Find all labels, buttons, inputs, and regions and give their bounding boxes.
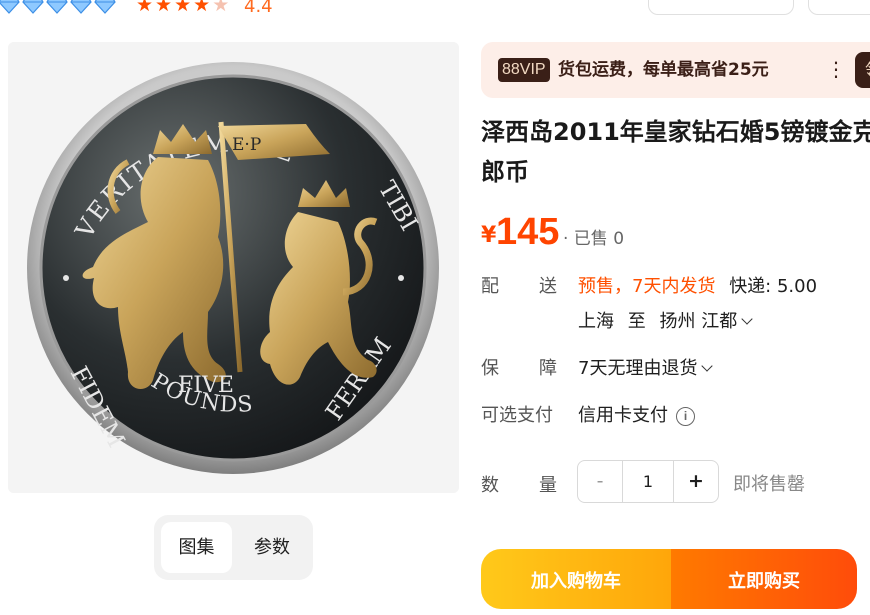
star-icon: ★ — [193, 0, 211, 16]
price-value: 145 — [496, 211, 560, 253]
payment-value[interactable]: 信用卡支付 i — [578, 401, 695, 427]
quantity-label: 数量 — [481, 475, 557, 496]
info-icon[interactable]: i — [676, 407, 695, 426]
ship-from: 上海 — [578, 311, 614, 332]
vip-promo-text: 货包运费，每单最高省25元 — [558, 60, 769, 80]
express-fee: 快递: 5.00 — [729, 276, 818, 297]
product-title: 泽西岛2011年皇家钻石婚5镑镀金克郎币 — [481, 118, 870, 186]
diamond-icon — [22, 0, 44, 14]
rating-value: 4.4 — [244, 0, 273, 17]
payment-label: 可选支付 — [481, 405, 553, 426]
quantity-input[interactable]: 1 — [622, 461, 674, 502]
chevron-down-icon — [701, 360, 714, 372]
ship-to-word: 至 — [627, 311, 646, 332]
stock-status: 即将售罄 — [733, 474, 805, 495]
diamond-icon — [0, 0, 20, 14]
coin-illustration: VERITATEMQVE TIBI FERAM FIDEM E·P FIVE P… — [8, 42, 459, 493]
decrement-button[interactable]: - — [578, 461, 622, 502]
delivery-info: 预售，7天内发货 快递: 5.00 — [578, 272, 817, 298]
delivery-label: 配送 — [481, 276, 557, 297]
tab-params[interactable]: 参数 — [238, 522, 306, 573]
gallery-tab-switcher: 图集 参数 — [154, 515, 313, 580]
tab-gallery[interactable]: 图集 — [161, 522, 232, 573]
star-icon: ★ — [174, 0, 192, 16]
buy-now-button[interactable]: 立即购买 — [671, 549, 857, 609]
diamond-icon — [70, 0, 92, 14]
chevron-down-icon — [741, 313, 753, 325]
currency-symbol: ¥ — [481, 223, 497, 248]
delivery-route[interactable]: 上海 至 扬州 江都 — [578, 307, 753, 333]
guarantee-label: 保障 — [481, 358, 557, 379]
product-main-image[interactable]: VERITATEMQVE TIBI FERAM FIDEM E·P FIVE P… — [8, 42, 459, 493]
star-empty-icon: ★ — [212, 0, 230, 16]
star-rating: ★ ★ ★ ★ ★ — [136, 0, 229, 15]
more-icon[interactable]: ⋮ — [826, 56, 846, 82]
vip-promo-banner[interactable]: 88VIP 货包运费，每单最高省25元 ⋮ 领 — [481, 42, 870, 98]
shop-rating-bar: ★ ★ ★ ★ ★ 4.4 — [0, 0, 870, 22]
shop-action-button[interactable] — [808, 0, 870, 15]
vip-badge: 88VIP — [498, 58, 550, 82]
guarantee-value[interactable]: 7天无理由退货 — [578, 354, 714, 380]
star-icon: ★ — [136, 0, 154, 16]
presale-text: 预售，7天内发货 — [578, 276, 716, 297]
shop-action-button[interactable] — [648, 0, 794, 15]
add-to-cart-button[interactable]: 加入购物车 — [481, 549, 671, 609]
diamond-icon — [46, 0, 68, 14]
star-icon: ★ — [155, 0, 173, 16]
quantity-stepper: - 1 + — [577, 460, 719, 503]
increment-button[interactable]: + — [674, 461, 718, 502]
ship-to: 扬州 江都 — [659, 311, 738, 332]
diamond-icon — [94, 0, 116, 14]
shop-level-diamonds — [0, 0, 116, 14]
vip-claim-button[interactable]: 领 — [855, 52, 870, 88]
sold-count: · 已售 0 — [563, 229, 625, 249]
coin-flag-text: E·P — [232, 135, 261, 155]
